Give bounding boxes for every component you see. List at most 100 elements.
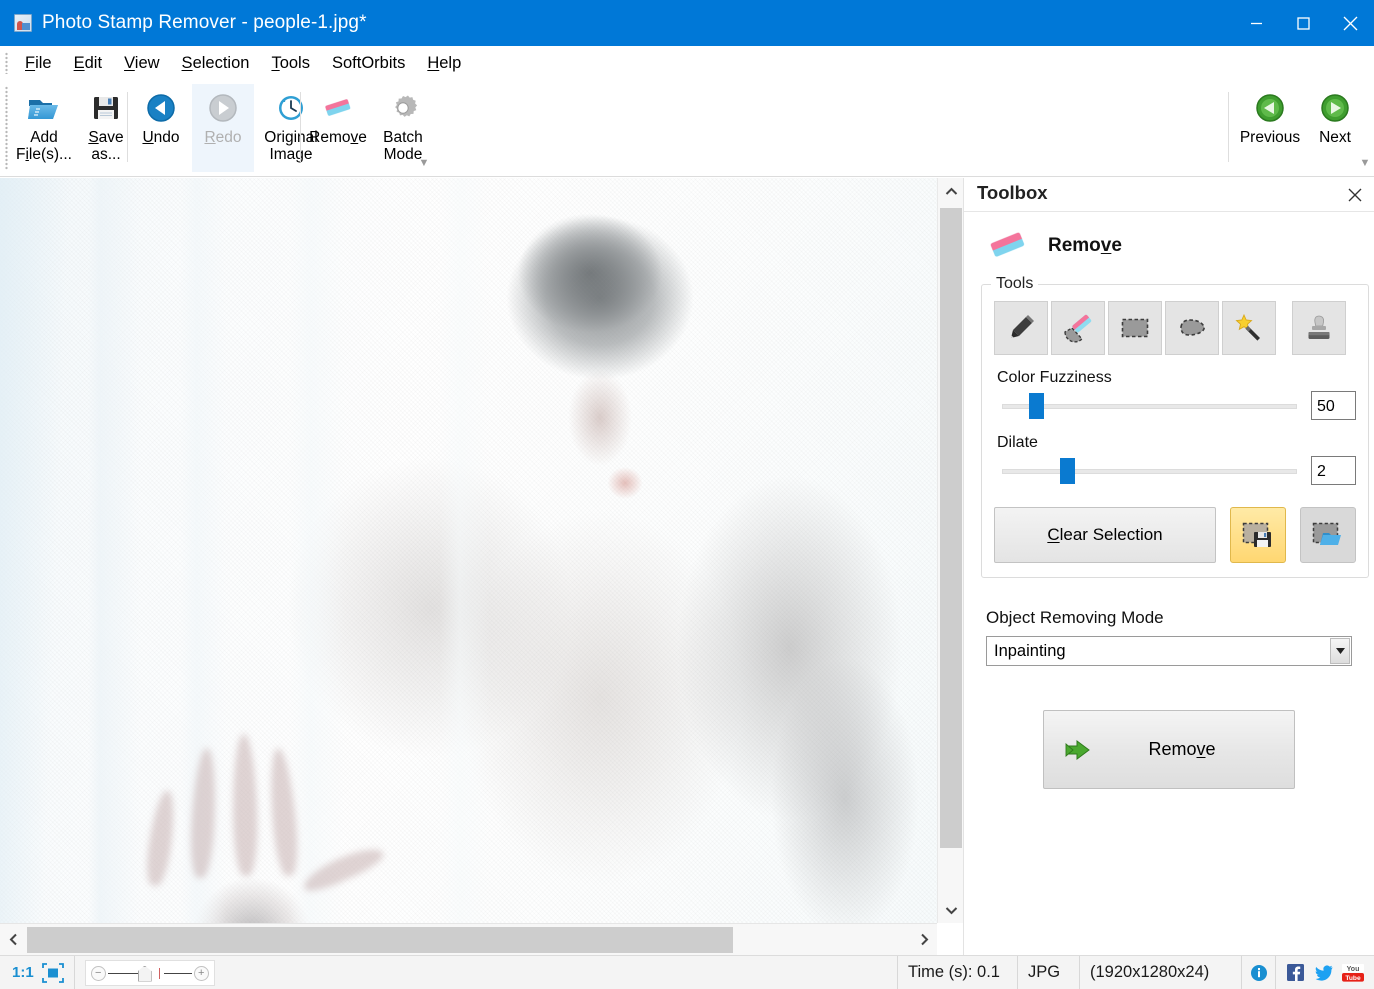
- toolbar-separator: [127, 92, 128, 162]
- slider-thumb[interactable]: [1060, 457, 1075, 484]
- menu-item-file[interactable]: File: [14, 52, 63, 75]
- previous-label: Previous: [1239, 129, 1301, 146]
- toolbar-group-navigation: Previous Next ▼: [1236, 84, 1370, 172]
- vertical-scroll-thumb[interactable]: [940, 208, 962, 848]
- object-removing-mode-section: Object Removing Mode Inpainting: [986, 608, 1352, 666]
- hand-thumb: [299, 841, 387, 897]
- slider-track: [1002, 468, 1297, 474]
- object-removing-mode-value: Inpainting: [994, 641, 1066, 660]
- redo-arrow-icon: [205, 90, 241, 126]
- zoom-track-left: [107, 972, 138, 974]
- close-icon[interactable]: [1344, 184, 1366, 206]
- svg-text:Tube: Tube: [1345, 975, 1361, 982]
- close-icon[interactable]: [1327, 0, 1374, 46]
- next-label: Next: [1319, 129, 1351, 146]
- chevron-down-icon[interactable]: [1330, 638, 1350, 664]
- next-button[interactable]: Next: [1304, 84, 1366, 172]
- add-files-button[interactable]: Add File(s)...: [13, 84, 75, 172]
- format-status: JPG: [1018, 955, 1080, 989]
- curtain-folds-overlay: [0, 178, 937, 923]
- load-selection-icon[interactable]: [1300, 507, 1356, 563]
- photo-image[interactable]: [0, 178, 937, 923]
- menu-item-edit[interactable]: Edit: [63, 52, 113, 75]
- remove-action-button[interactable]: Remove: [1043, 710, 1295, 789]
- previous-button[interactable]: Previous: [1236, 84, 1304, 172]
- image-canvas[interactable]: [0, 178, 937, 923]
- toolbox-header: Toolbox: [964, 178, 1374, 212]
- dilate-value[interactable]: [1311, 456, 1356, 485]
- hand-finger: [188, 747, 219, 879]
- toolbar-overflow-chevron-2[interactable]: ▼: [1358, 156, 1372, 170]
- zoom-ratio-indicator[interactable]: 1:1: [0, 956, 40, 989]
- window-controls: [1233, 0, 1374, 46]
- object-removing-mode-select[interactable]: Inpainting: [986, 636, 1352, 666]
- toolbar-separator-3: [1228, 92, 1229, 162]
- menu-item-softorbits[interactable]: SoftOrbits: [321, 52, 416, 75]
- eraser-icon: [320, 90, 356, 126]
- pencil-marker-icon[interactable]: [994, 301, 1048, 355]
- color-fuzziness-label: Color Fuzziness: [997, 369, 1112, 386]
- chevron-down-icon[interactable]: [938, 897, 964, 923]
- open-folder-icon: [26, 90, 62, 126]
- canvas-vertical-scrollbar[interactable]: [937, 178, 963, 923]
- lasso-selection-icon[interactable]: [1165, 301, 1219, 355]
- toolbar-overflow-chevron[interactable]: ▼: [417, 156, 431, 170]
- maximize-icon[interactable]: [1280, 0, 1327, 46]
- title-bar: Photo Stamp Remover - people-1.jpg*: [0, 0, 1374, 46]
- plus-icon[interactable]: +: [193, 965, 209, 981]
- menu-grip-handle[interactable]: [5, 52, 8, 74]
- color-fuzziness-value[interactable]: [1311, 391, 1356, 420]
- undo-button[interactable]: Undo: [130, 84, 192, 172]
- clear-selection-button[interactable]: Clear Selection: [994, 507, 1216, 563]
- window-title: Photo Stamp Remover - people-1.jpg*: [42, 12, 367, 33]
- menu-item-help[interactable]: Help: [416, 52, 472, 75]
- twitter-icon[interactable]: [1314, 963, 1333, 982]
- object-removing-mode-label: Object Removing Mode: [986, 608, 1164, 627]
- rectangle-selection-icon[interactable]: [1108, 301, 1162, 355]
- selection-action-row: Clear Selection: [994, 507, 1356, 563]
- chevron-right-icon[interactable]: [911, 924, 937, 956]
- chevron-up-icon[interactable]: [938, 178, 964, 204]
- fit-to-window-icon[interactable]: [40, 955, 75, 989]
- facebook-icon[interactable]: [1286, 963, 1305, 982]
- magic-wand-icon[interactable]: [1222, 301, 1276, 355]
- undo-arrow-icon: [143, 90, 179, 126]
- toolbox-panel: Toolbox Remove Tools Color Fuzziness 50 …: [963, 178, 1374, 955]
- eraser-brush-icon[interactable]: [1051, 301, 1105, 355]
- menu-item-selection[interactable]: Selection: [171, 52, 261, 75]
- svg-text:You: You: [1347, 966, 1360, 973]
- remove-toolbar-label: Remove: [309, 129, 367, 146]
- minimize-icon[interactable]: [1233, 0, 1280, 46]
- clone-stamp-icon[interactable]: [1292, 301, 1346, 355]
- social-links: You Tube: [1276, 963, 1374, 982]
- redo-label: Redo: [204, 129, 242, 146]
- horizontal-scroll-gutter[interactable]: [26, 923, 911, 956]
- dilate-slider[interactable]: [994, 457, 1297, 484]
- main-toolbar: Add File(s)... Save as... Undo Redo Orig…: [0, 80, 1374, 177]
- photo-app-icon: [14, 14, 32, 32]
- menu-item-tools[interactable]: Tools: [260, 52, 321, 75]
- chevron-left-icon[interactable]: [0, 924, 26, 956]
- tools-group: Tools Color Fuzziness 50 Dilate 2 C lear…: [981, 275, 1369, 578]
- dilate-label: Dilate: [997, 434, 1038, 451]
- youtube-icon[interactable]: You Tube: [1342, 963, 1364, 982]
- color-fuzziness-slider[interactable]: [994, 392, 1297, 419]
- horizontal-scroll-thumb[interactable]: [27, 926, 733, 953]
- remove-toolbar-button[interactable]: Remove: [304, 84, 372, 172]
- toolbox-mode-header: Remove: [964, 212, 1374, 276]
- zoom-slider-handle[interactable]: [137, 965, 152, 982]
- add-files-label: Add File(s)...: [16, 129, 72, 163]
- info-icon[interactable]: [1242, 955, 1276, 989]
- slider-thumb[interactable]: [1029, 392, 1044, 419]
- status-bar: 1:1 − + Time (s): 0.1 JPG (1920x1280x24): [0, 955, 1374, 989]
- fabric-weave-overlay: [0, 178, 937, 923]
- minus-icon[interactable]: −: [90, 965, 106, 981]
- menu-item-view[interactable]: View: [113, 52, 170, 75]
- canvas-horizontal-scrollbar[interactable]: [0, 923, 937, 956]
- save-selection-icon[interactable]: [1230, 507, 1286, 563]
- toolbar-grip-handle[interactable]: [5, 86, 8, 170]
- undo-label: Undo: [142, 129, 180, 146]
- zoom-slider[interactable]: − +: [84, 959, 215, 986]
- redo-button[interactable]: Redo: [192, 84, 254, 172]
- slider-track: [1002, 403, 1297, 409]
